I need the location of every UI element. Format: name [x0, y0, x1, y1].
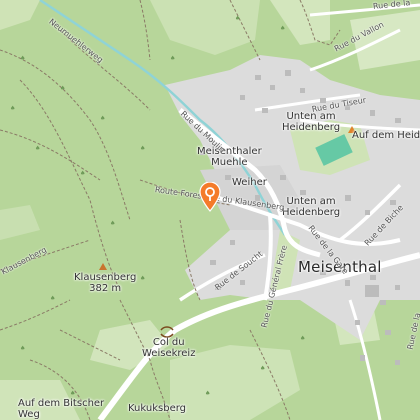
place-label-kukuksberg: Kukuksberg — [128, 403, 187, 414]
location-pin-icon[interactable] — [199, 181, 221, 212]
map-canvas[interactable]: ♠ ♠ ♠ ♠ ♠ ♠ ♠ ♠ ♠ ♠ ♠ ♠ ♠ ♠ ♠ ♠ ♠ ♠ Meisenthal Meise… — [0, 0, 420, 420]
svg-text:♠: ♠ — [170, 55, 175, 62]
svg-text:♠: ♠ — [80, 170, 85, 177]
place-label-col-du-weisekreiz: Col du Weisekreiz — [142, 337, 196, 359]
place-label-weiher: Weiher — [232, 177, 267, 188]
place-label-auf-dem-heidenberg: Auf dem Heide — [352, 130, 420, 141]
svg-text:♠: ♠ — [60, 85, 65, 92]
peak-label-klausenberg: Klausenberg 382 m — [74, 272, 137, 294]
svg-text:♠: ♠ — [20, 345, 25, 352]
place-label-auf-dem-bitscher-weg: Auf dem Bitscher Weg — [18, 398, 105, 420]
svg-text:♠: ♠ — [100, 115, 105, 122]
svg-text:♠: ♠ — [300, 335, 305, 342]
place-label-meisenthaler-muehle: Meisenthaler Muehle — [197, 146, 262, 168]
svg-text:♠: ♠ — [10, 105, 15, 112]
place-label-unten-am-heidenberg-south: Unten am Heidenberg — [282, 196, 341, 218]
svg-text:♠: ♠ — [235, 15, 240, 22]
place-label-unten-am-heidenberg-north: Unten am Heidenberg — [282, 111, 341, 133]
svg-text:♠: ♠ — [70, 390, 75, 397]
svg-text:♠: ♠ — [140, 275, 145, 282]
svg-text:♠: ♠ — [205, 390, 210, 397]
svg-text:♠: ♠ — [20, 55, 25, 62]
svg-text:♠: ♠ — [50, 295, 55, 302]
svg-text:♠: ♠ — [140, 145, 145, 152]
svg-text:♠: ♠ — [35, 145, 40, 152]
svg-text:♠: ♠ — [260, 365, 265, 372]
svg-text:♠: ♠ — [280, 25, 285, 32]
svg-text:♠: ♠ — [110, 220, 115, 227]
